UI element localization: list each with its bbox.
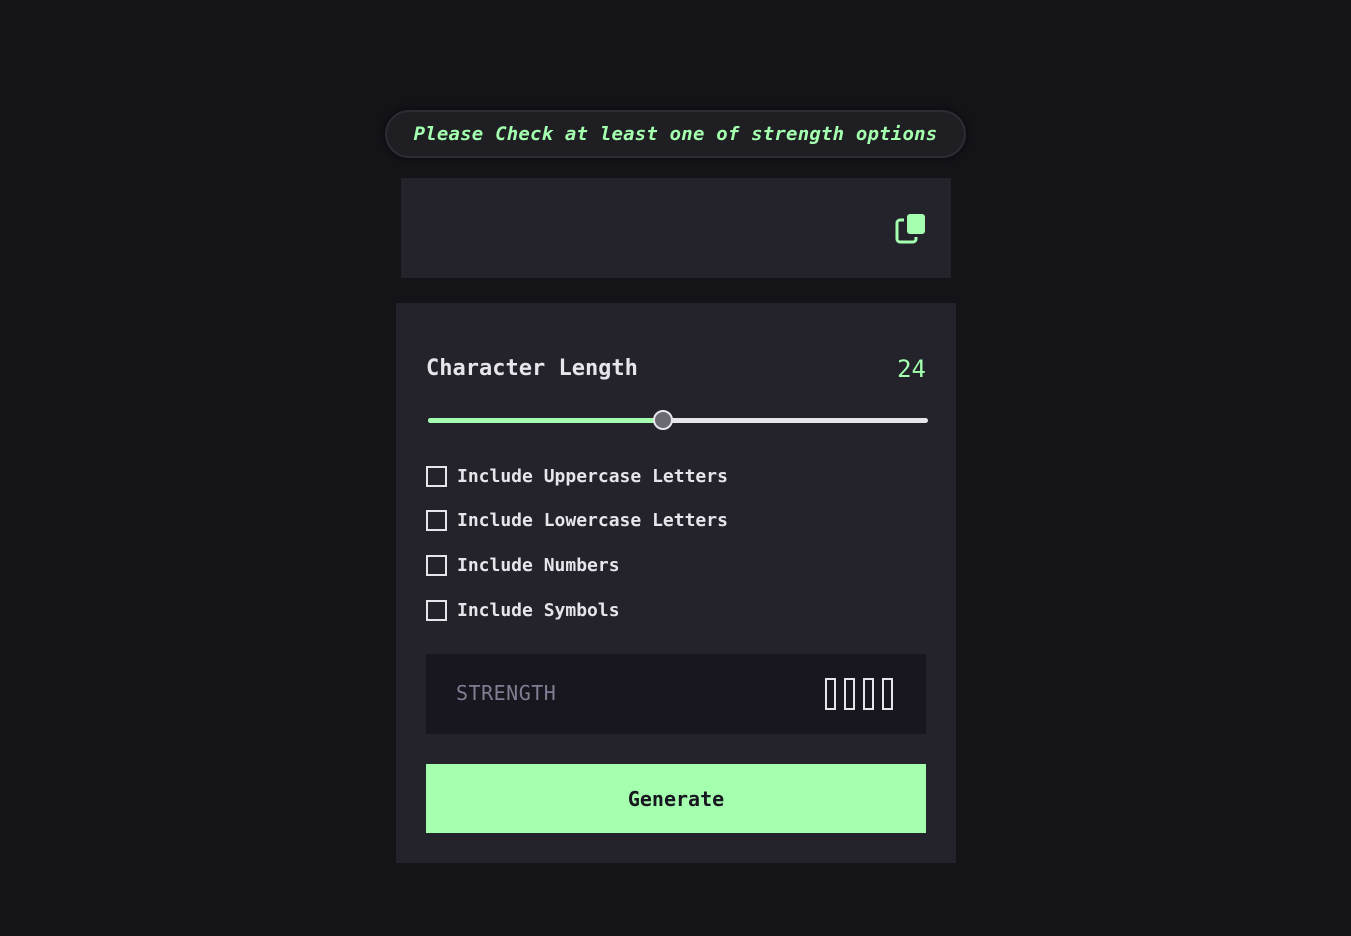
option-symbols[interactable]: Include Symbols xyxy=(426,600,620,621)
slider-fill xyxy=(428,418,663,423)
warning-message: Please Check at least one of strength op… xyxy=(413,123,938,145)
option-lowercase[interactable]: Include Lowercase Letters xyxy=(426,510,728,531)
strength-bar xyxy=(844,678,855,710)
option-numbers[interactable]: Include Numbers xyxy=(426,555,620,576)
option-label: Include Numbers xyxy=(457,555,620,576)
character-length-label: Character Length xyxy=(426,356,638,381)
option-label: Include Lowercase Letters xyxy=(457,510,728,531)
strength-bars xyxy=(825,678,893,710)
character-length-value: 24 xyxy=(897,355,926,383)
strength-meter: STRENGTH xyxy=(426,654,926,734)
slider-thumb[interactable] xyxy=(653,410,673,430)
numbers-checkbox[interactable] xyxy=(426,555,447,576)
strength-bar xyxy=(825,678,836,710)
option-label: Include Uppercase Letters xyxy=(457,466,728,487)
warning-toast: Please Check at least one of strength op… xyxy=(385,110,966,158)
uppercase-checkbox[interactable] xyxy=(426,466,447,487)
option-uppercase[interactable]: Include Uppercase Letters xyxy=(426,466,728,487)
generate-button[interactable]: Generate xyxy=(426,764,926,833)
length-slider[interactable] xyxy=(428,410,928,430)
copy-icon[interactable] xyxy=(895,212,927,244)
symbols-checkbox[interactable] xyxy=(426,600,447,621)
settings-panel: Character Length 24 Include Uppercase Le… xyxy=(396,303,956,863)
strength-bar xyxy=(882,678,893,710)
password-output xyxy=(401,178,951,278)
strength-bar xyxy=(863,678,874,710)
strength-label: STRENGTH xyxy=(456,681,557,705)
lowercase-checkbox[interactable] xyxy=(426,510,447,531)
option-label: Include Symbols xyxy=(457,600,620,621)
